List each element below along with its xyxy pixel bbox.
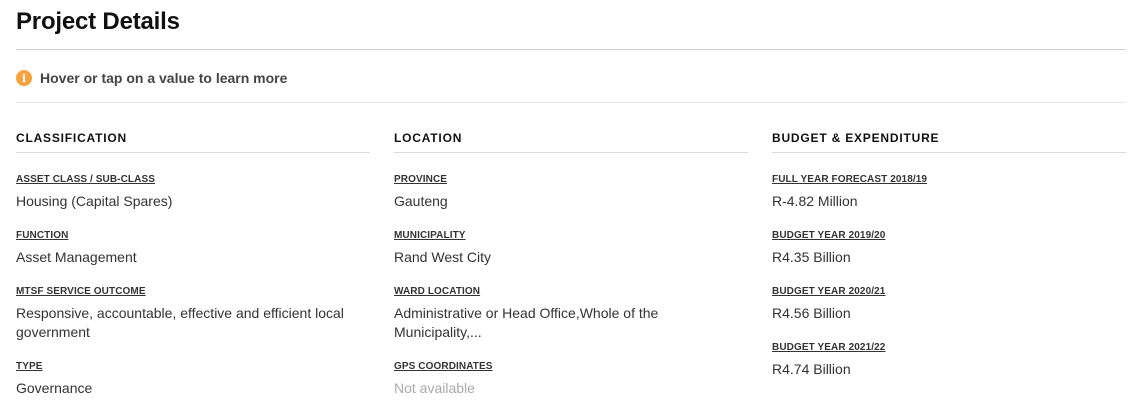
ward-location-field: WARD LOCATION Administrative or Head Off… [394,281,748,342]
section-heading: LOCATION [394,131,748,153]
mtsf-outcome-field: MTSF SERVICE OUTCOME Responsive, account… [16,281,370,342]
field-value[interactable]: Asset Management [16,248,370,267]
info-icon: i [16,70,32,86]
field-label[interactable]: FULL YEAR FORECAST 2018/19 [772,174,927,185]
classification-section: CLASSIFICATION ASSET CLASS / SUB-CLASS H… [16,131,370,398]
field-label[interactable]: MTSF SERVICE OUTCOME [16,286,146,297]
field-label[interactable]: MUNICIPALITY [394,230,466,241]
field-value[interactable]: Governance [16,379,370,398]
function-field: FUNCTION Asset Management [16,225,370,267]
section-heading: CLASSIFICATION [16,131,370,153]
section-heading: BUDGET & EXPENDITURE [772,131,1126,153]
budget-2019-20-field: BUDGET YEAR 2019/20 R4.35 Billion [772,225,1126,267]
municipality-field: MUNICIPALITY Rand West City [394,225,748,267]
hint-text: Hover or tap on a value to learn more [40,70,288,86]
title-divider [16,49,1126,50]
field-label[interactable]: BUDGET YEAR 2019/20 [772,230,885,241]
field-value[interactable]: Rand West City [394,248,748,267]
budget-2020-21-field: BUDGET YEAR 2020/21 R4.56 Billion [772,281,1126,323]
budget-expenditure-section: BUDGET & EXPENDITURE FULL YEAR FORECAST … [772,131,1126,379]
asset-class-field: ASSET CLASS / SUB-CLASS Housing (Capital… [16,169,370,211]
field-label[interactable]: PROVINCE [394,174,447,185]
field-value: Not available [394,380,475,396]
field-label[interactable]: FUNCTION [16,230,68,241]
page-title: Project Details [16,8,180,35]
location-section: LOCATION PROVINCE Gauteng MUNICIPALITY R… [394,131,748,398]
field-label[interactable]: ASSET CLASS / SUB-CLASS [16,174,155,185]
field-label[interactable]: BUDGET YEAR 2020/21 [772,286,885,297]
field-value[interactable]: R4.74 Billion [772,360,1126,379]
hint-bar: i Hover or tap on a value to learn more [16,70,287,86]
field-label[interactable]: BUDGET YEAR 2021/22 [772,342,885,353]
field-value[interactable]: Responsive, accountable, effective and e… [16,304,370,342]
gps-coordinates-field: GPS COORDINATES Not available [394,356,748,398]
forecast-2018-19-field: FULL YEAR FORECAST 2018/19 R-4.82 Millio… [772,169,1126,211]
hint-divider [16,102,1126,103]
field-value[interactable]: R4.35 Billion [772,248,1126,267]
field-value[interactable]: R4.56 Billion [772,304,1126,323]
field-value[interactable]: Administrative or Head Office,Whole of t… [394,304,748,342]
field-value[interactable]: Housing (Capital Spares) [16,192,370,211]
field-value[interactable]: Gauteng [394,192,748,211]
field-label[interactable]: WARD LOCATION [394,286,480,297]
field-value[interactable]: R-4.82 Million [772,192,1126,211]
type-field: TYPE Governance [16,356,370,398]
province-field: PROVINCE Gauteng [394,169,748,211]
project-details-panel: Project Details i Hover or tap on a valu… [0,0,1141,418]
budget-2021-22-field: BUDGET YEAR 2021/22 R4.74 Billion [772,337,1126,379]
field-label[interactable]: GPS COORDINATES [394,361,493,372]
field-label[interactable]: TYPE [16,361,43,372]
